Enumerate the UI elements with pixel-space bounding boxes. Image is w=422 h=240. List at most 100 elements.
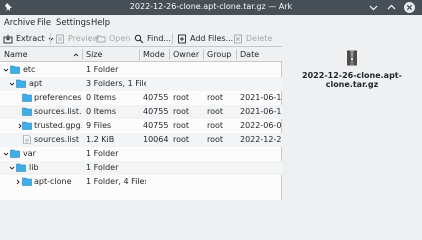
folder-icon — [16, 79, 26, 88]
sort-ascending-icon[interactable] — [73, 52, 79, 58]
table-row[interactable]: var 1 Folder — [0, 147, 282, 161]
row-mode: 40755 — [143, 107, 169, 116]
info-panel: 2022-12-26-clone.apt-clone.tar.gz — [282, 46, 422, 200]
table-row[interactable]: sources.list 1.2 KiB 100644 root root 20… — [0, 133, 282, 147]
column-divider[interactable] — [139, 49, 140, 60]
folder-icon — [22, 177, 32, 186]
row-name: apt-clone — [34, 177, 72, 186]
table-row[interactable]: preferences.d 0 Items 40755 root root 20… — [0, 91, 282, 105]
column-divider[interactable] — [236, 49, 237, 60]
menu-settings[interactable]: Settings — [56, 17, 90, 27]
row-size: 1 Folder — [86, 149, 119, 158]
row-name: preferences.d — [34, 93, 82, 102]
delete-icon — [234, 34, 242, 43]
folder-icon — [16, 163, 26, 172]
folder-icon — [22, 121, 32, 130]
add-files-icon — [178, 34, 186, 43]
extract-button[interactable]: Extract — [3, 32, 54, 45]
add-files-label: Add Files... — [190, 34, 234, 43]
column-divider[interactable] — [203, 49, 204, 60]
archive-filename: 2022-12-26-clone.apt-clone.tar.gz — [302, 71, 402, 89]
column-header-group[interactable]: Group — [207, 50, 231, 59]
column-header-name[interactable]: Name — [4, 50, 28, 59]
column-header-mode[interactable]: Mode — [143, 50, 165, 59]
chevron-down-icon[interactable] — [3, 67, 9, 73]
delete-button[interactable]: Delete — [233, 32, 272, 45]
chevron-down-icon[interactable] — [3, 151, 9, 157]
column-header-owner[interactable]: Owner — [173, 50, 199, 59]
menu-help[interactable]: Help — [91, 17, 110, 27]
folder-icon — [22, 107, 32, 116]
row-size: 1 Folder, 4 Files — [86, 177, 146, 186]
row-size: 9 Files — [86, 121, 112, 130]
preview-label: Preview — [68, 34, 100, 43]
row-owner: root — [173, 121, 190, 130]
open-folder-icon — [96, 35, 106, 42]
row-group: root — [207, 121, 224, 130]
open-label: Open — [109, 34, 131, 43]
extract-icon — [3, 34, 13, 43]
row-name: apt — [29, 79, 43, 88]
row-name: trusted.gpg.d — [34, 121, 82, 130]
table-row[interactable]: trusted.gpg.d 9 Files 40755 root root 20… — [0, 119, 282, 133]
row-size: 1 Folder — [86, 163, 119, 172]
table-row[interactable]: lib 1 Folder — [0, 161, 282, 175]
menu-archive[interactable]: Archive — [4, 17, 35, 27]
chevron-right-icon[interactable] — [15, 179, 21, 185]
column-divider[interactable] — [82, 49, 83, 60]
row-name: etc — [23, 65, 36, 74]
toolbar: Extract Preview Open Find... Add Files..… — [0, 30, 422, 46]
close-icon[interactable] — [404, 2, 415, 13]
maximize-icon[interactable] — [386, 2, 397, 13]
row-name: lib — [29, 163, 39, 172]
table-row[interactable]: etc 1 Folder — [0, 63, 282, 77]
menu-file[interactable]: File — [37, 17, 51, 27]
row-mode: 40755 — [143, 121, 169, 130]
toolbar-separator — [172, 33, 173, 44]
text-file-icon — [23, 135, 31, 144]
find-label: Find... — [147, 34, 172, 43]
row-mode: 40755 — [143, 93, 169, 102]
open-button[interactable]: Open — [96, 32, 130, 45]
chevron-down-icon[interactable] — [9, 165, 15, 171]
archive-table: Name Size Mode Owner Group Date etc 1 Fo… — [0, 46, 282, 200]
row-name: sources.list.d — [34, 107, 82, 116]
archive-icon — [347, 50, 357, 66]
folder-icon — [10, 149, 20, 158]
row-size: 1.2 KiB — [86, 135, 115, 144]
column-header-date[interactable]: Date — [240, 50, 259, 59]
table-row[interactable]: sources.list.d 0 Items 40755 root root 2… — [0, 105, 282, 119]
row-date: 2022-12-2... — [240, 135, 282, 144]
title-bar: 2022-12-26-clone.apt-clone.tar.gz — Ark — [0, 0, 422, 15]
row-mode: 100644 — [143, 135, 169, 144]
row-owner: root — [173, 107, 190, 116]
table-row[interactable]: apt-clone 1 Folder, 4 Files — [0, 175, 282, 189]
row-owner: root — [173, 93, 190, 102]
row-group: root — [207, 93, 224, 102]
row-group: root — [207, 107, 224, 116]
row-size: 0 Items — [86, 107, 117, 116]
row-size: 0 Items — [86, 93, 117, 102]
row-owner: root — [173, 135, 190, 144]
find-button[interactable]: Find... — [134, 32, 171, 45]
row-name: sources.list — [34, 135, 80, 144]
extract-label: Extract — [16, 34, 45, 43]
preview-button[interactable]: Preview — [55, 32, 99, 45]
row-size: 1 Folder — [86, 65, 119, 74]
table-row[interactable]: apt 3 Folders, 1 File — [0, 77, 282, 91]
row-date: 2021-06-1... — [240, 107, 282, 116]
search-icon — [134, 34, 144, 43]
table-header: Name Size Mode Owner Group Date — [0, 47, 282, 62]
add-files-button[interactable]: Add Files... — [177, 32, 233, 45]
row-size: 3 Folders, 1 File — [86, 79, 146, 88]
folder-icon — [10, 65, 20, 74]
row-name: var — [23, 149, 36, 158]
preview-icon — [56, 34, 64, 43]
column-divider[interactable] — [169, 49, 170, 60]
chevron-down-icon[interactable] — [9, 81, 15, 87]
folder-icon — [22, 93, 32, 102]
column-header-size[interactable]: Size — [86, 50, 102, 59]
row-date: 2021-06-1... — [240, 93, 282, 102]
minimize-icon[interactable] — [368, 2, 379, 13]
row-group: root — [207, 135, 224, 144]
